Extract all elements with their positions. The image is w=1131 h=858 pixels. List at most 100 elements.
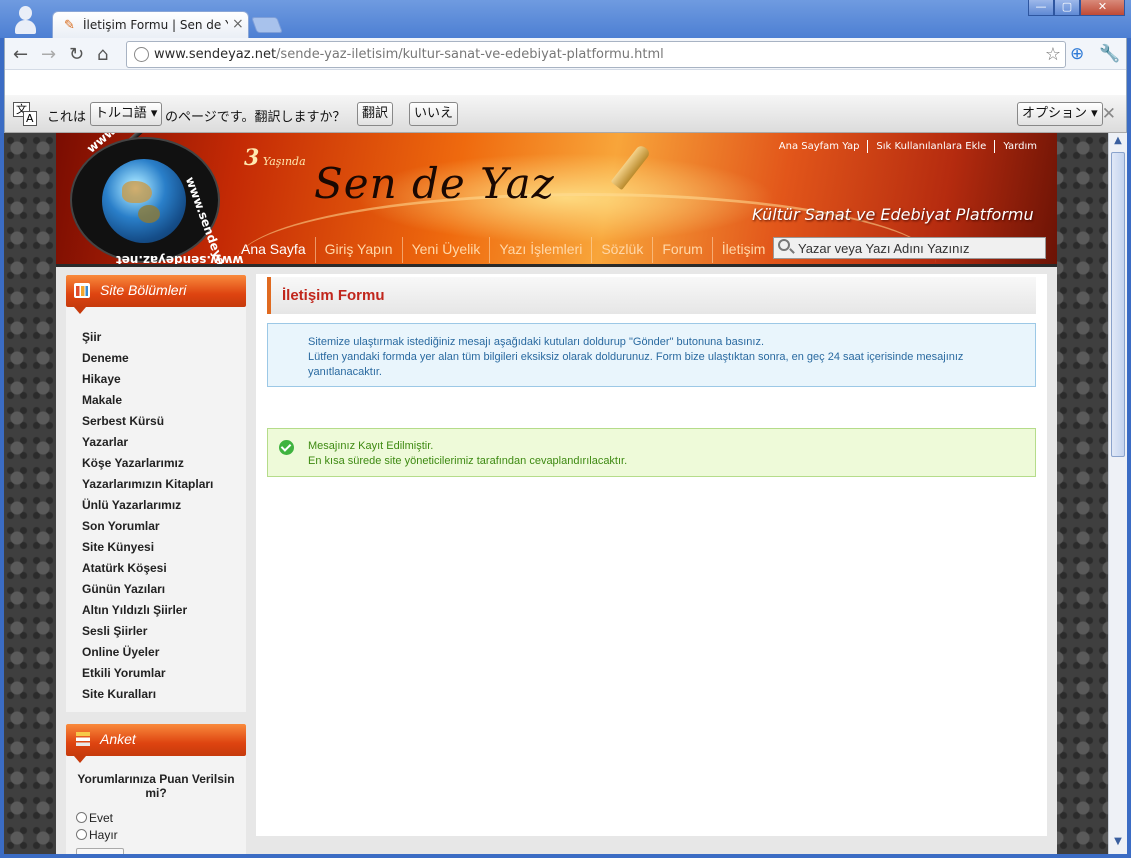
poll-panel: Anket Yorumlarınıza Puan Verilsin mi? Ev…: [66, 724, 246, 854]
sidebar-item[interactable]: Makale: [82, 390, 246, 411]
wrench-icon[interactable]: 🔧: [1099, 44, 1120, 64]
sidebar-item[interactable]: Deneme: [82, 348, 246, 369]
home-icon[interactable]: ⌂: [97, 44, 108, 65]
sections-icon: [74, 283, 90, 298]
main-content: İletişim Formu Sitemize ulaştırmak isted…: [256, 274, 1047, 836]
page-scrollbar[interactable]: ▲ ▼: [1108, 133, 1127, 854]
brand-title: Sen de Yaz: [314, 159, 555, 208]
sidebar-item[interactable]: Köşe Yazarlarımız: [82, 453, 246, 474]
window-titlebar: ✎ İletişim Formu | Sen de Yaz × — ▢ ✕: [0, 0, 1131, 39]
menu-item-home[interactable]: Ana Sayfa: [232, 237, 315, 263]
scroll-down-arrow-icon[interactable]: ▼: [1111, 836, 1125, 851]
set-homepage-link[interactable]: Ana Sayfam Yap: [771, 140, 868, 153]
sidebar-item[interactable]: Şiir: [82, 327, 246, 348]
sidebar-item[interactable]: Ünlü Yazarlarımız: [82, 495, 246, 516]
tab-close-icon[interactable]: ×: [232, 16, 244, 32]
translate-button[interactable]: 翻訳: [357, 102, 394, 126]
main-menu: Ana Sayfa Giriş Yapın Yeni Üyelik Yazı İ…: [232, 237, 774, 263]
header-top-links: Ana Sayfam Yap Sık Kullanılanlara Ekle Y…: [771, 140, 1045, 153]
sidebar-item[interactable]: Serbest Kürsü: [82, 411, 246, 432]
search-input[interactable]: [798, 240, 1038, 256]
translate-options-button[interactable]: オプション ▾: [1017, 102, 1103, 126]
info-message: Sitemize ulaştırmak istediğiniz mesajı a…: [267, 323, 1036, 387]
menu-item-login[interactable]: Giriş Yapın: [314, 237, 402, 263]
maximize-button[interactable]: ▢: [1054, 0, 1080, 16]
menu-item-contact[interactable]: İletişim: [711, 237, 775, 263]
sidebar-item[interactable]: Atatürk Köşesi: [82, 558, 246, 579]
search-icon[interactable]: [778, 239, 790, 251]
sidebar-item[interactable]: Yazarlarımızın Kitapları: [82, 474, 246, 495]
sidebar-item[interactable]: Son Yorumlar: [82, 516, 246, 537]
no-translate-button[interactable]: いいえ: [409, 102, 459, 126]
sidebar: Site Bölümleri Şiir Deneme Hikaye Makale Ser…: [66, 275, 246, 854]
page-info-globe-icon[interactable]: [134, 47, 149, 62]
forward-arrow-icon[interactable]: →: [41, 44, 56, 65]
site-search: [773, 237, 1046, 259]
address-url[interactable]: www.sendeyaz.net/sende-yaz-iletisim/kult…: [154, 47, 664, 62]
sidebar-item[interactable]: Günün Yazıları: [82, 579, 246, 600]
window-controls: — ▢ ✕: [1028, 0, 1125, 16]
address-bar[interactable]: www.sendeyaz.net/sende-yaz-iletisim/kult…: [126, 41, 1066, 68]
page-title: İletişim Formu: [282, 287, 385, 304]
extension-plus-icon[interactable]: ⊕: [1070, 44, 1084, 64]
reload-icon[interactable]: ↻: [69, 44, 84, 65]
success-line-1: Mesajınız Kayıt Edilmiştir.: [308, 440, 434, 452]
sidebar-item[interactable]: Site Kuralları: [82, 684, 246, 705]
new-tab-button[interactable]: [251, 17, 283, 33]
help-link[interactable]: Yardım: [994, 140, 1045, 153]
sidebar-item[interactable]: Yazarlar: [82, 432, 246, 453]
sidebar-item[interactable]: Hikaye: [82, 369, 246, 390]
site-sections-header: Site Bölümleri: [66, 275, 246, 314]
poll-header: Anket: [66, 724, 246, 763]
minimize-button[interactable]: —: [1028, 0, 1054, 16]
bookmark-star-icon[interactable]: ☆: [1045, 44, 1061, 65]
poll-option-yes[interactable]: Evet: [66, 810, 246, 827]
translate-prefix: これは: [47, 110, 87, 125]
language-select[interactable]: トルコ語 ▾: [90, 102, 163, 126]
poll-icon: [76, 732, 90, 746]
info-line-1: Sitemize ulaştırmak istediğiniz mesajı a…: [308, 336, 764, 348]
site-sections-panel: Site Bölümleri Şiir Deneme Hikaye Makale Ser…: [66, 275, 246, 712]
sidebar-item[interactable]: Site Künyesi: [82, 537, 246, 558]
back-arrow-icon[interactable]: ←: [13, 44, 28, 65]
success-line-2: En kısa sürede site yöneticilerimiz tara…: [308, 455, 628, 467]
add-favorites-link[interactable]: Sık Kullanılanlara Ekle: [867, 140, 994, 153]
site-sections-list: Şiir Deneme Hikaye Makale Serbest Kürsü Yazar…: [66, 307, 246, 712]
poll-question: Yorumlarınıza Puan Verilsin mi?: [77, 772, 235, 800]
site-header: www.sendeyaz.net www.sendeyaz.net www.se…: [56, 133, 1057, 267]
menu-item-posts[interactable]: Yazı İşlemleri: [489, 237, 591, 263]
scroll-up-arrow-icon[interactable]: ▲: [1111, 135, 1125, 150]
site-container: www.sendeyaz.net www.sendeyaz.net www.se…: [56, 133, 1057, 854]
translate-close-icon[interactable]: ✕: [1102, 104, 1116, 124]
site-slogan: Kültür Sanat ve Edebiyat Platformu: [752, 205, 1034, 224]
success-check-icon: [279, 440, 294, 455]
browser-tab[interactable]: ✎ İletişim Formu | Sen de Yaz ×: [52, 11, 249, 39]
window-close-button[interactable]: ✕: [1080, 0, 1125, 16]
bookmark-bar: [5, 69, 1126, 95]
page-title-bar: İletişim Formu: [267, 277, 1036, 314]
menu-item-dictionary[interactable]: Sözlük: [591, 237, 652, 263]
tab-title: İletişim Formu | Sen de Yaz: [83, 18, 228, 32]
pencil-icon: ✎: [64, 18, 75, 33]
sidebar-item[interactable]: Altın Yıldızlı Şiirler: [82, 600, 246, 621]
translate-icon: 文A: [13, 102, 39, 126]
poll-option-no[interactable]: Hayır: [66, 827, 246, 844]
poll-radio-yes[interactable]: [76, 812, 87, 823]
translate-infobar: 文A これは トルコ語 ▾ のページです。翻訳しますか？ 翻訳 いいえ オプショ…: [4, 95, 1127, 133]
poll-radio-no[interactable]: [76, 829, 87, 840]
success-message: Mesajınız Kayıt Edilmiştir. En kısa süre…: [267, 428, 1036, 477]
profile-avatar-icon[interactable]: [14, 6, 36, 34]
pen-nib-icon: [604, 133, 664, 197]
menu-item-forum[interactable]: Forum: [652, 237, 711, 263]
scroll-thumb[interactable]: [1111, 152, 1125, 457]
page-viewport: www.sendeyaz.net www.sendeyaz.net www.se…: [4, 133, 1108, 854]
translate-message: のページです。翻訳しますか？: [165, 110, 346, 125]
menu-item-register[interactable]: Yeni Üyelik: [401, 237, 490, 263]
sidebar-item[interactable]: Sesli Şiirler: [82, 621, 246, 642]
browser-toolbar: ← → ↻ ⌂ www.sendeyaz.net/sende-yaz-ileti…: [4, 38, 1127, 95]
sidebar-item[interactable]: Etkili Yorumlar: [82, 663, 246, 684]
anniversary-badge: 3 Yaşında: [244, 145, 306, 171]
info-line-2: Lütfen yandaki formda yer alan tüm bilgi…: [308, 351, 964, 378]
sidebar-item[interactable]: Online Üyeler: [82, 642, 246, 663]
site-logo[interactable]: www.sendeyaz.net www.sendeyaz.net www.se…: [66, 133, 243, 267]
